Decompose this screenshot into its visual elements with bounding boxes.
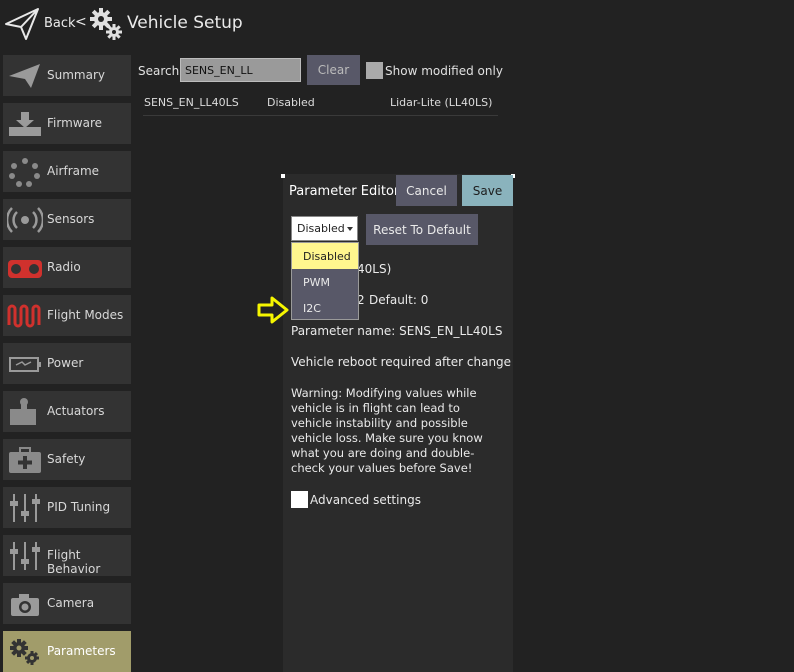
sidebar-item-label: Sensors xyxy=(47,212,95,226)
param-description-cell: Lidar-Lite (LL40LS) xyxy=(390,96,493,109)
dropdown-option-pwm[interactable]: PWM xyxy=(292,269,358,295)
actuator-icon xyxy=(10,398,36,425)
battery-icon xyxy=(9,357,41,372)
sidebar-item-flight-modes[interactable]: Flight Modes xyxy=(3,295,131,336)
breadcrumb-separator: < xyxy=(75,14,87,30)
paper-plane-icon xyxy=(9,64,40,88)
airframe-icon xyxy=(9,158,40,187)
value-combobox-text: Disabled xyxy=(297,222,345,235)
show-modified-checkbox[interactable] xyxy=(366,62,383,79)
camera-icon xyxy=(11,594,39,616)
sidebar-item-label: Safety xyxy=(47,452,86,466)
back-link[interactable]: Back xyxy=(44,16,76,31)
reboot-notice: Vehicle reboot required after change xyxy=(291,355,512,369)
sidebar-item-radio[interactable]: Radio xyxy=(3,247,131,288)
sidebar-item-summary[interactable]: Summary xyxy=(3,55,131,96)
sidebar-item-label: Flight Modes xyxy=(47,308,124,322)
sidebar-item-label: Actuators xyxy=(47,404,105,418)
dialog-corner xyxy=(281,174,285,178)
description-text: 40LS) xyxy=(357,262,392,276)
sidebar-item-label: Firmware xyxy=(47,116,102,130)
sidebar-item-label: Camera xyxy=(47,596,95,610)
sidebar-item-firmware[interactable]: Firmware xyxy=(3,103,131,144)
sliders-icon xyxy=(10,494,40,522)
page-title: Vehicle Setup xyxy=(127,13,243,33)
row-divider xyxy=(143,115,498,116)
dropdown-option-label: Disabled xyxy=(303,250,351,263)
firmware-download-icon xyxy=(9,112,41,136)
clear-button[interactable]: Clear xyxy=(307,55,360,85)
sidebar-item-label: Parameters xyxy=(47,644,116,658)
sensors-icon xyxy=(7,207,43,233)
show-modified-label: Show modified only xyxy=(385,64,503,78)
radio-icon xyxy=(8,260,42,278)
sidebar-item-label: Power xyxy=(47,356,84,370)
dropdown-option-label: I2C xyxy=(303,302,321,315)
search-input[interactable] xyxy=(180,58,301,82)
dropdown-option-i2c[interactable]: I2C xyxy=(292,295,358,321)
parameter-name-text: Parameter name: SENS_EN_LL40LS xyxy=(291,324,503,338)
gears-icon xyxy=(90,8,122,40)
medkit-icon xyxy=(9,447,41,473)
sidebar-item-label: Radio xyxy=(47,260,81,274)
reset-to-default-button[interactable]: Reset To Default xyxy=(366,214,478,245)
sidebar-item-power[interactable]: Power xyxy=(3,343,131,384)
sidebar-item-airframe[interactable]: Airframe xyxy=(3,151,131,192)
flight-modes-icon xyxy=(7,304,41,328)
sidebar-item-actuators[interactable]: Actuators xyxy=(3,391,131,432)
sidebar-item-sensors[interactable]: Sensors xyxy=(3,199,131,240)
gears-icon xyxy=(10,639,39,665)
sidebar-item-pid-tuning[interactable]: PID Tuning xyxy=(3,487,131,528)
default-value-text: Default: 0 xyxy=(369,293,429,307)
param-value-cell: Disabled xyxy=(267,96,315,109)
paper-plane-icon[interactable] xyxy=(4,6,40,42)
dropdown-option-label: PWM xyxy=(303,276,331,289)
sidebar-item-safety[interactable]: Safety xyxy=(3,439,131,480)
arrow-right-icon xyxy=(257,296,289,324)
sliders-icon xyxy=(10,542,40,570)
dialog-title: Parameter Editor xyxy=(289,184,400,199)
param-name-cell: SENS_EN_LL40LS xyxy=(144,96,239,109)
sidebar-item-label: Summary xyxy=(47,68,105,82)
sidebar-item-label: PID Tuning xyxy=(47,500,111,514)
cancel-button[interactable]: Cancel xyxy=(396,175,457,206)
sidebar-item-camera[interactable]: Camera xyxy=(3,583,131,624)
search-label: Search: xyxy=(138,64,184,78)
advanced-settings-checkbox[interactable] xyxy=(291,491,308,508)
advanced-settings-label: Advanced settings xyxy=(310,493,421,507)
dropdown-option-disabled[interactable]: Disabled xyxy=(292,243,358,269)
sidebar-item-flight-behavior[interactable]: Flight Behavior xyxy=(3,535,131,576)
sidebar-item-label: Airframe xyxy=(47,164,100,178)
sidebar-item-label: Flight Behavior xyxy=(47,548,101,576)
warning-text: Warning: Modifying values while vehicle … xyxy=(291,386,483,475)
save-button[interactable]: Save xyxy=(462,175,513,206)
sidebar-item-parameters[interactable]: Parameters xyxy=(3,631,131,672)
chevron-down-icon xyxy=(347,227,353,231)
